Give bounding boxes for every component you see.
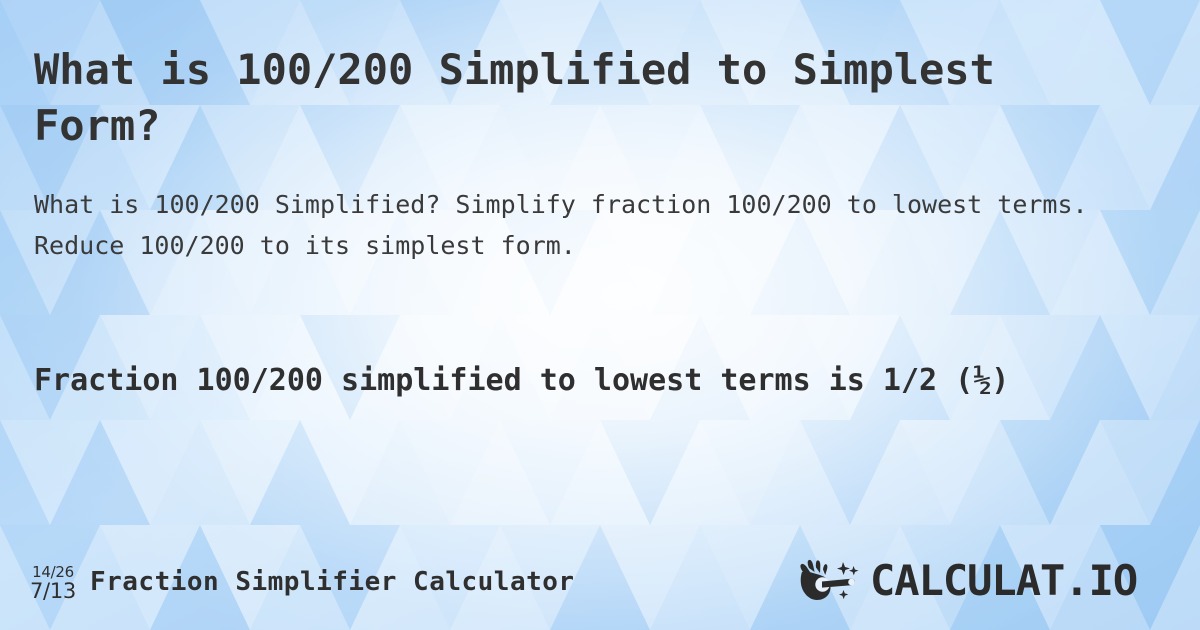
footer: 14/26 7/13 Fraction Simplifier Calculato… — [0, 534, 1200, 630]
brand-logo[interactable]: CALCULAT.IO — [798, 557, 1178, 607]
result-statement: Fraction 100/200 simplified to lowest te… — [34, 363, 1010, 398]
page-content: What is 100/200 Simplified to Simplest F… — [0, 0, 1200, 630]
brand-wordmark: CALCULAT.IO — [870, 559, 1138, 605]
footer-left-group: 14/26 7/13 Fraction Simplifier Calculato… — [30, 563, 575, 602]
brand-wordmark-text: CALCULAT.IO — [870, 559, 1137, 605]
magic-wand-hand-icon — [800, 559, 859, 600]
fraction-reduce-icon-reduced-fraction: 7/13 — [30, 578, 76, 603]
tool-name: Fraction Simplifier Calculator — [89, 567, 575, 597]
og-image-canvas: What is 100/200 Simplified to Simplest F… — [0, 0, 1200, 630]
fraction-reduce-icon-numerator-fraction: 14/26 — [32, 562, 74, 581]
page-title: What is 100/200 Simplified to Simplest F… — [34, 45, 1021, 150]
fraction-reduce-icon: 14/26 7/13 — [30, 563, 76, 602]
page-subtitle: What is 100/200 Simplified? Simplify fra… — [34, 190, 1103, 260]
